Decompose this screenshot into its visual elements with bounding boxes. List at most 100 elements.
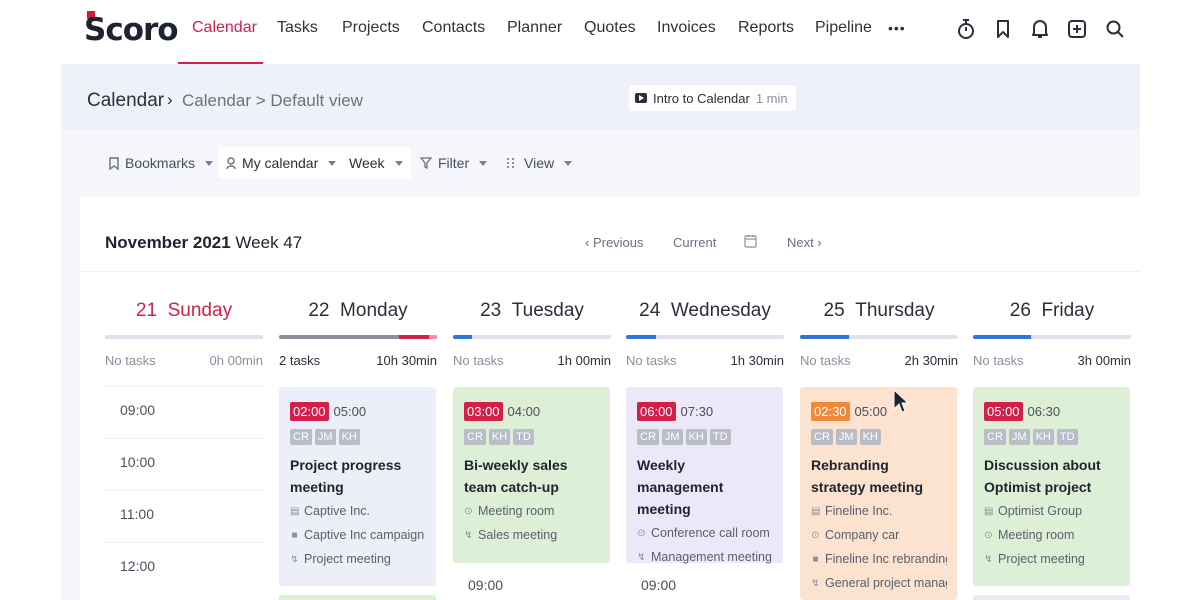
more-menu-button[interactable]: ••• [888, 20, 906, 36]
day-summary: No tasks 1h 00min [453, 353, 611, 368]
event-time: 06:00 07:30 [637, 402, 773, 421]
nav-pipeline[interactable]: Pipeline [815, 19, 872, 37]
nav-planner[interactable]: Planner [507, 19, 562, 37]
event-detail-text: Captive Inc campaign ... [304, 528, 426, 542]
columns-icon [507, 158, 514, 168]
bookmark-icon[interactable] [991, 16, 1015, 42]
chevron-down-icon [205, 160, 214, 166]
next-week-button[interactable]: Next › [787, 235, 822, 250]
event-card[interactable]: 03:00 04:00 CR KH TD Bi-weekly sales team cat… [453, 387, 610, 563]
end-time: 07:30 [680, 404, 714, 419]
planned-total: 1h 30min [730, 353, 784, 368]
event-card[interactable] [279, 595, 436, 600]
my-calendar-dropdown[interactable]: My calendar [218, 147, 345, 179]
search-icon[interactable] [1103, 16, 1127, 42]
location-icon: ⊙ [637, 528, 646, 539]
end-time: 06:30 [1027, 404, 1061, 419]
day-header[interactable]: 25 Thursday [800, 300, 958, 322]
nav-tasks[interactable]: Tasks [277, 19, 318, 37]
event-detail: ↯ Management meeting [637, 547, 773, 568]
day-number: 25 [823, 300, 845, 321]
event-detail: ▤ Fineline Inc. [811, 501, 947, 522]
attendee-avatar[interactable]: JM [314, 429, 336, 445]
event-detail-text: Company car [825, 528, 900, 542]
view-dropdown[interactable]: View [498, 147, 580, 179]
bookmark-icon [109, 156, 119, 170]
task-count: 2 tasks [279, 353, 321, 368]
task-count: No tasks [973, 353, 1024, 368]
day-header[interactable]: 23 Tuesday [453, 300, 611, 322]
attendee-avatar[interactable]: TD [513, 429, 534, 445]
add-icon[interactable] [1065, 16, 1089, 42]
attendee-avatar[interactable]: TD [709, 429, 731, 445]
day-load-bar [973, 335, 1131, 339]
attendee-avatar[interactable]: KH [1032, 429, 1054, 445]
day-name: Tuesday [511, 300, 584, 321]
nav-contacts[interactable]: Contacts [422, 19, 485, 37]
current-week-button[interactable]: Current [673, 235, 716, 250]
event-card[interactable]: 05:00 06:30 CR JM KH TD Discussion about Optim… [973, 387, 1130, 586]
divider [80, 271, 1140, 272]
intro-video-button[interactable]: Intro to Calendar 1 min [629, 85, 796, 111]
attendee-avatar[interactable]: KH [859, 429, 881, 445]
calendar-picker-icon[interactable] [744, 234, 757, 251]
day-header[interactable]: 22 Monday [279, 300, 437, 322]
nav-quotes[interactable]: Quotes [584, 19, 636, 37]
day-header[interactable]: 26 Friday [973, 300, 1131, 322]
event-detail: ▤ Optimist Group [984, 501, 1120, 522]
week-number: Week 47 [235, 233, 303, 252]
attendee-avatar[interactable]: KH [685, 429, 707, 445]
attendee-avatar[interactable]: KH [488, 429, 511, 445]
nav-invoices[interactable]: Invoices [657, 19, 716, 37]
attendee-avatar[interactable]: JM [661, 429, 683, 445]
time-label: 09:00 [641, 577, 677, 593]
event-time: 03:00 04:00 [464, 402, 600, 421]
event-detail: ▤ Captive Inc. [290, 501, 426, 522]
time-slot: 11:00 [105, 490, 263, 542]
building-icon: ▤ [290, 506, 300, 517]
attendee-avatar[interactable]: CR [984, 429, 1006, 445]
event-detail: ⊙ Meeting room [984, 525, 1120, 546]
attendee-avatar[interactable]: CR [464, 429, 486, 445]
bell-icon[interactable] [1028, 16, 1052, 42]
day-summary: No tasks 0h 00min [105, 353, 263, 368]
event-card[interactable]: 06:00 07:30 CR JM KH TD Weekly management meet… [626, 387, 783, 564]
event-detail-text: Captive Inc. [304, 504, 371, 518]
event-card[interactable] [973, 595, 1130, 600]
event-time: 05:00 06:30 [984, 402, 1120, 421]
bookmarks-dropdown[interactable]: Bookmarks [101, 147, 221, 179]
timer-icon[interactable] [954, 16, 978, 42]
planned-total: 10h 30min [376, 353, 437, 368]
filter-dropdown[interactable]: Filter [412, 147, 495, 179]
previous-week-button[interactable]: ‹ Previous [585, 235, 644, 250]
attendee-avatar[interactable]: KH [338, 429, 360, 445]
start-time-badge: 02:30 [811, 402, 850, 421]
project-icon: ■ [812, 554, 819, 565]
event-title: Project progress meeting [290, 457, 402, 495]
attendee-avatar[interactable]: TD [1056, 429, 1078, 445]
day-load-fill [973, 335, 1032, 339]
week-title: November 2021 Week 47 [105, 233, 302, 253]
intro-label: Intro to Calendar [653, 90, 750, 106]
breadcrumb[interactable]: Calendar > Default view [182, 91, 363, 111]
week-view-dropdown[interactable]: Week [341, 147, 411, 179]
attendee-avatar[interactable]: JM [835, 429, 857, 445]
day-header[interactable]: 24 Wednesday [626, 300, 784, 322]
event-card[interactable]: 02:00 05:00 CR JM KH Project progress meeting… [279, 387, 436, 586]
event-card[interactable]: 02:30 05:00 CR JM KH Rebranding strategy meet… [800, 387, 957, 600]
attendee-avatar[interactable]: CR [637, 429, 659, 445]
attendee-avatar[interactable]: JM [1008, 429, 1030, 445]
view-label: View [524, 155, 555, 171]
nav-reports[interactable]: Reports [738, 19, 794, 37]
nav-projects[interactable]: Projects [342, 19, 400, 37]
my-calendar-label: My calendar [242, 155, 319, 171]
page-title: Calendar [87, 90, 165, 111]
nav-calendar[interactable]: Calendar [192, 19, 257, 37]
day-name: Thursday [855, 300, 935, 321]
logo[interactable]: Scoro [84, 12, 179, 48]
week-label: Week [349, 155, 385, 171]
day-header[interactable]: 21 Sunday [105, 300, 263, 322]
attendee-avatar[interactable]: CR [290, 429, 312, 445]
attendee-avatar[interactable]: CR [811, 429, 833, 445]
event-detail: ⊙ Meeting room [464, 501, 600, 522]
